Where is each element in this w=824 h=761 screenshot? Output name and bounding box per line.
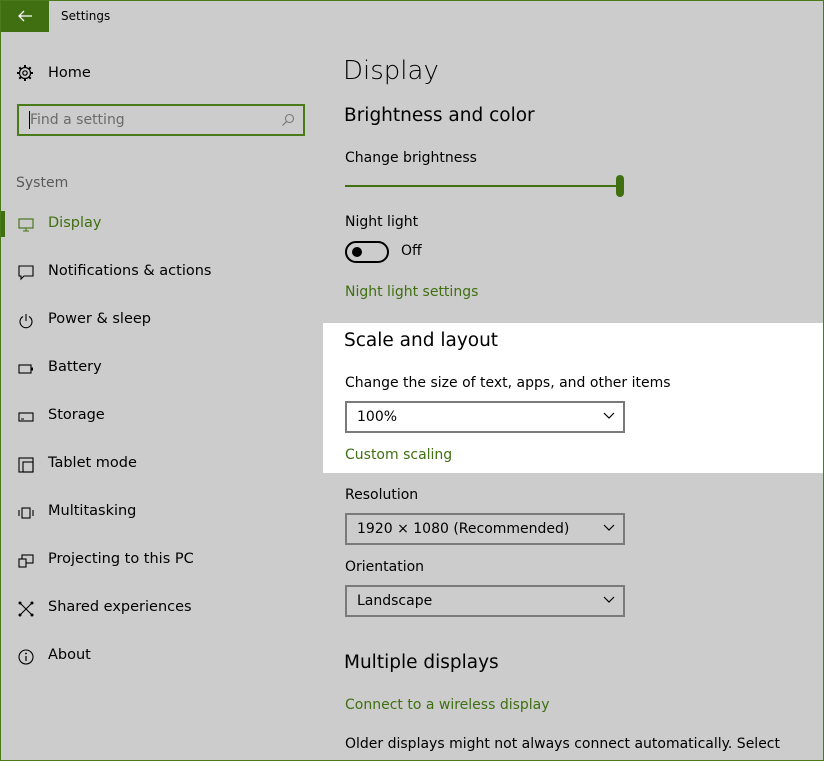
sidebar-item-label: Shared experiences: [48, 599, 192, 615]
home-link[interactable]: Home: [16, 62, 91, 84]
sidebar-item-label: Tablet mode: [48, 455, 137, 471]
scale-value: 100%: [357, 409, 398, 425]
resolution-label: Resolution: [345, 487, 419, 503]
section-label-system: System: [16, 175, 69, 191]
monitor-icon: [17, 216, 35, 234]
wireless-display-link[interactable]: Connect to a wireless display: [345, 697, 550, 713]
resolution-dropdown[interactable]: 1920 × 1080 (Recommended): [345, 513, 625, 545]
sidebar-item-power-sleep[interactable]: Power & sleep: [0, 308, 320, 334]
search-placeholder: Find a setting: [30, 112, 125, 128]
night-light-settings-link[interactable]: Night light settings: [345, 284, 478, 300]
notification-icon: [17, 264, 35, 282]
power-icon: [17, 312, 35, 330]
sidebar-item-multitasking[interactable]: Multitasking: [0, 500, 320, 526]
scale-layout-heading: Scale and layout: [344, 330, 499, 351]
sidebar-item-label: Projecting to this PC: [48, 551, 194, 567]
sidebar-item-shared-experiences[interactable]: Shared experiences: [0, 596, 320, 622]
scale-dropdown[interactable]: 100%: [345, 401, 625, 433]
chevron-down-icon: [603, 412, 615, 419]
sidebar-item-battery[interactable]: Battery: [0, 356, 320, 382]
sidebar-item-notifications[interactable]: Notifications & actions: [0, 260, 320, 286]
info-icon: [17, 648, 35, 666]
sidebar-item-about[interactable]: About: [0, 644, 320, 670]
night-light-state: Off: [401, 243, 422, 259]
shared-icon: [17, 600, 35, 618]
storage-icon: [17, 408, 35, 426]
back-arrow-icon: [17, 10, 32, 22]
night-light-label: Night light: [345, 214, 419, 230]
tablet-icon: [17, 456, 35, 474]
slider-track: [345, 185, 623, 187]
home-label: Home: [48, 65, 91, 81]
search-icon[interactable]: [281, 113, 295, 127]
orientation-label: Orientation: [345, 559, 425, 575]
search-box[interactable]: Find a setting: [17, 104, 305, 136]
sidebar-item-label: Display: [48, 215, 102, 231]
sidebar-item-projecting[interactable]: Projecting to this PC: [0, 548, 320, 574]
orientation-value: Landscape: [357, 593, 433, 609]
brightness-color-heading: Brightness and color: [344, 105, 535, 126]
sidebar-item-label: Notifications & actions: [48, 263, 212, 279]
toggle-knob: [352, 247, 362, 257]
resolution-value: 1920 × 1080 (Recommended): [357, 521, 570, 537]
size-label: Change the size of text, apps, and other…: [345, 375, 671, 391]
orientation-dropdown[interactable]: Landscape: [345, 585, 625, 617]
sidebar-item-label: Multitasking: [48, 503, 137, 519]
battery-icon: [17, 360, 35, 378]
sidebar-item-label: Battery: [48, 359, 102, 375]
custom-scaling-link[interactable]: Custom scaling: [345, 447, 452, 463]
page-title: Display: [343, 56, 439, 86]
chevron-down-icon: [603, 524, 615, 531]
active-indicator: [0, 211, 5, 237]
multiple-displays-note: Older displays might not always connect …: [345, 736, 780, 752]
sidebar-item-storage[interactable]: Storage: [0, 404, 320, 430]
title-bar: Settings: [0, 0, 824, 32]
sidebar-item-label: About: [48, 647, 91, 663]
brightness-slider[interactable]: [345, 175, 627, 197]
projector-icon: [17, 552, 35, 570]
window-title: Settings: [61, 9, 111, 23]
slider-thumb[interactable]: [616, 175, 624, 197]
back-button[interactable]: [0, 0, 49, 32]
multitasking-icon: [17, 504, 35, 522]
sidebar-item-tablet-mode[interactable]: Tablet mode: [0, 452, 320, 478]
sidebar-item-label: Storage: [48, 407, 105, 423]
gear-icon: [17, 65, 33, 81]
sidebar-item-label: Power & sleep: [48, 311, 151, 327]
sidebar-item-display[interactable]: Display: [0, 211, 320, 238]
night-light-toggle[interactable]: [345, 241, 389, 263]
multiple-displays-heading: Multiple displays: [344, 652, 499, 673]
brightness-label: Change brightness: [345, 150, 477, 166]
chevron-down-icon: [603, 596, 615, 603]
